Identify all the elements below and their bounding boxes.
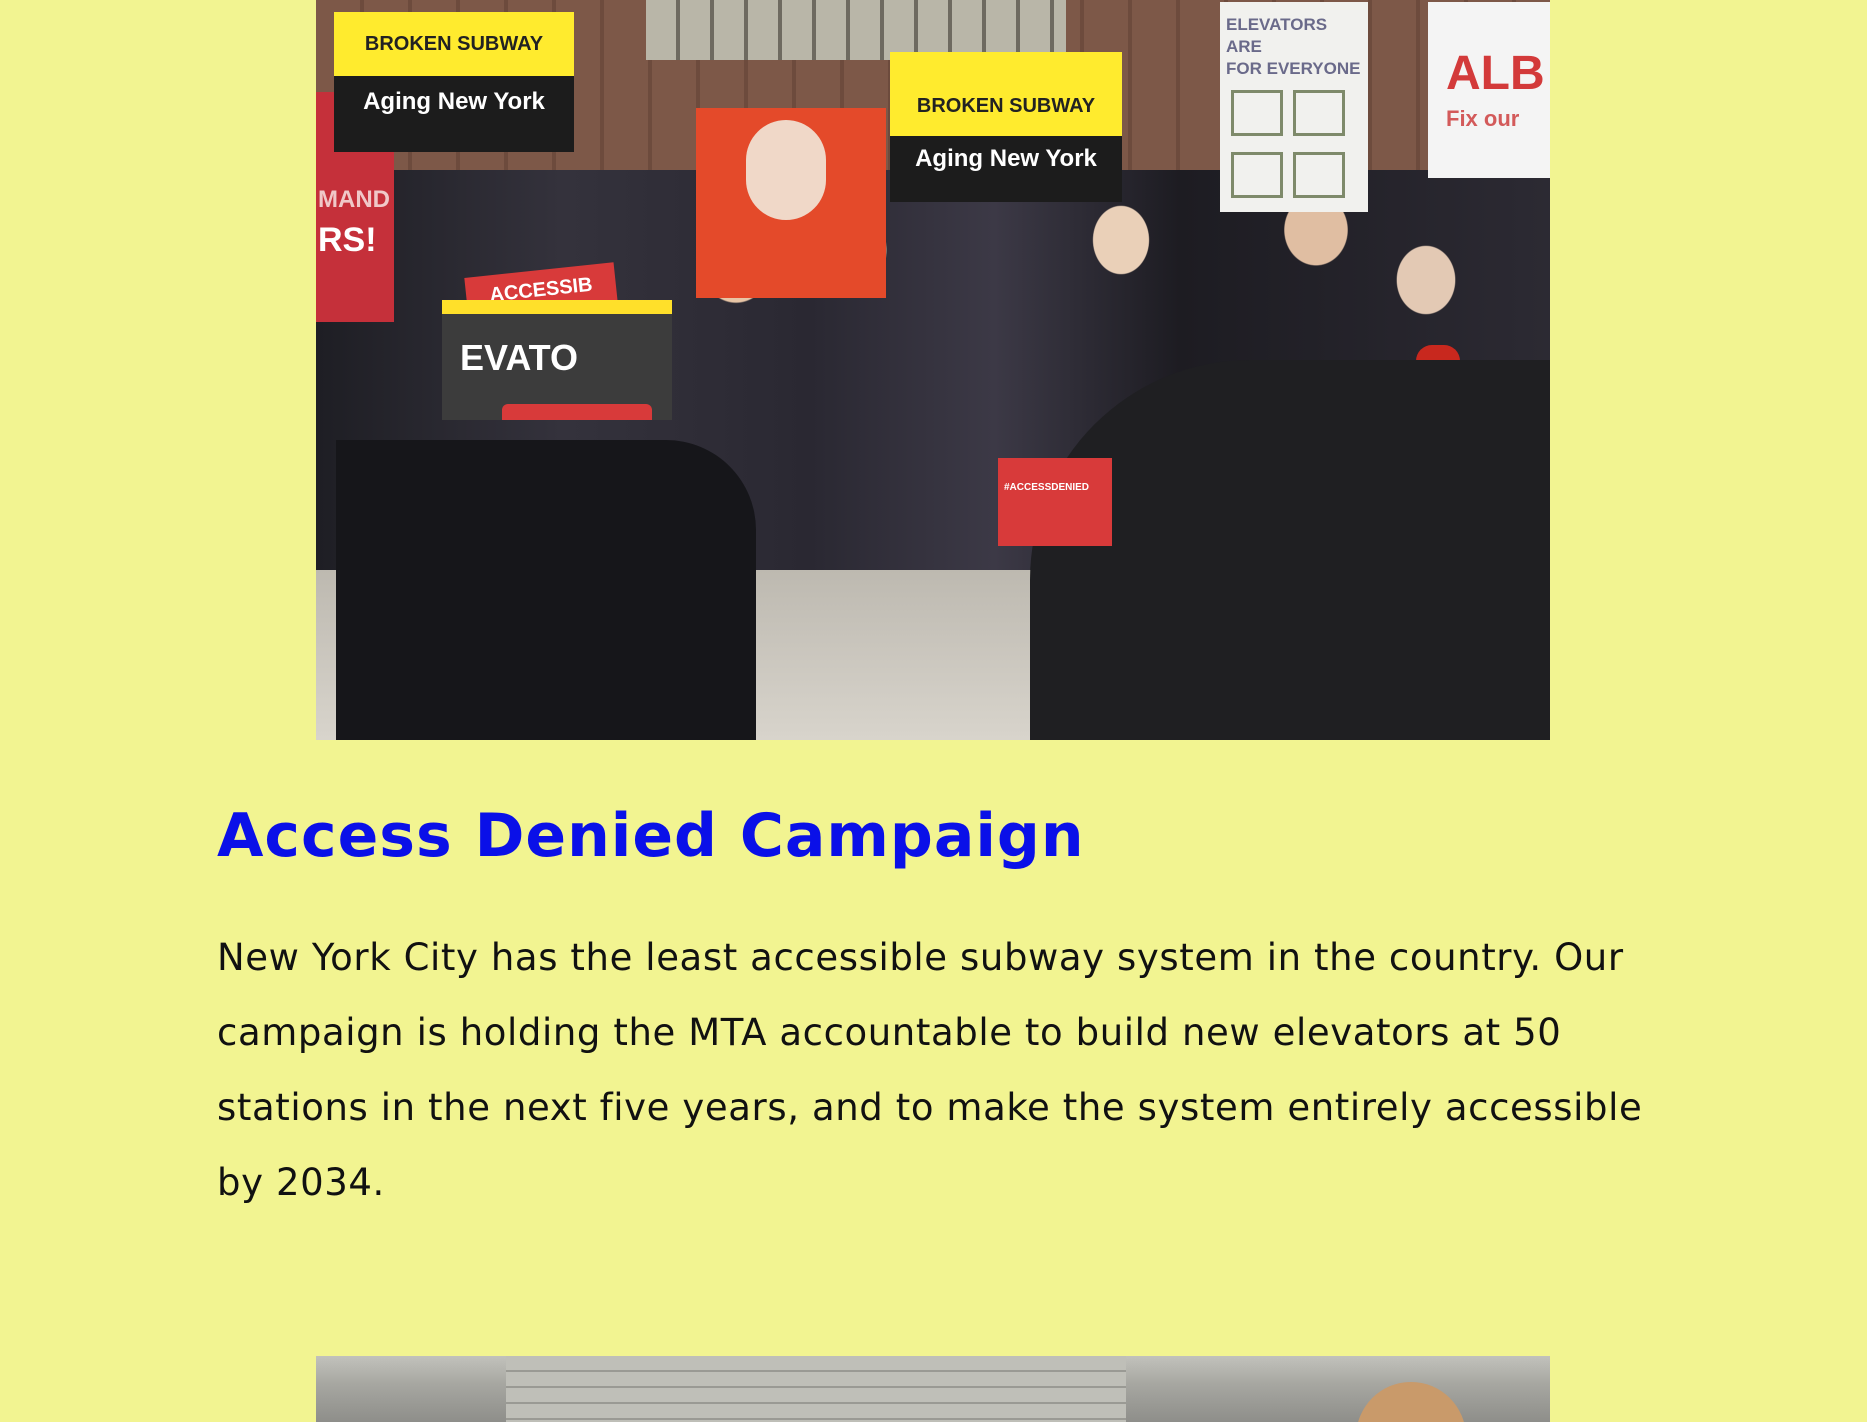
sign-text: BROKEN SUBWAY (334, 12, 574, 76)
photo-camera (336, 440, 756, 740)
photo-person-head (1356, 1382, 1466, 1422)
sign-text: ALB (1446, 47, 1545, 100)
sign-text: ELEVATORS ARE (1226, 15, 1328, 56)
sign-text: Aging New York (890, 136, 1122, 202)
rally-photo: MAND RS! BROKEN SUBWAY Aging New York BR… (316, 0, 1550, 740)
protest-sign-elevator: EVATO (442, 300, 672, 420)
poster-ad (696, 108, 886, 298)
protest-sign-elevators: ELEVATORS ARE FOR EVERYONE (1220, 2, 1368, 212)
poster-face (746, 120, 826, 220)
sign-text: FOR EVERYONE (1226, 59, 1361, 78)
sign-text: BROKEN SUBWAY (890, 52, 1122, 136)
sign-text: RS! (318, 221, 377, 259)
second-photo (316, 1356, 1550, 1422)
wheelchair-pictogram-icon (1293, 90, 1345, 136)
sign-text: EVATO (460, 337, 579, 378)
photo-foreground-person (1030, 360, 1550, 740)
protest-sign-broken-subway-2: BROKEN SUBWAY Aging New York (890, 52, 1122, 202)
section-title[interactable]: Access Denied Campaign (217, 800, 1085, 872)
protest-sign-broken-subway-1: BROKEN SUBWAY Aging New York (334, 12, 574, 152)
section-body: New York City has the least accessible s… (217, 936, 1643, 1204)
elevator-pictogram-icon (1231, 152, 1283, 198)
photo-steps (506, 1356, 1126, 1422)
sign-red-band (502, 404, 652, 420)
elevator-pictogram-icon (1293, 152, 1345, 198)
sign-text: #ACCESSDENIED (1004, 482, 1090, 493)
sign-text: MAND (318, 186, 390, 213)
page: MAND RS! BROKEN SUBWAY Aging New York BR… (0, 0, 1867, 1422)
family-pictogram-icon (1231, 90, 1283, 136)
sign-text: Fix our (1446, 106, 1520, 131)
podium-sign: #ACCESSDENIED (998, 458, 1112, 546)
protest-sign-albany: ALB Fix our (1428, 2, 1550, 178)
photo-windows (646, 0, 1066, 60)
sign-text: Aging New York (334, 76, 574, 152)
